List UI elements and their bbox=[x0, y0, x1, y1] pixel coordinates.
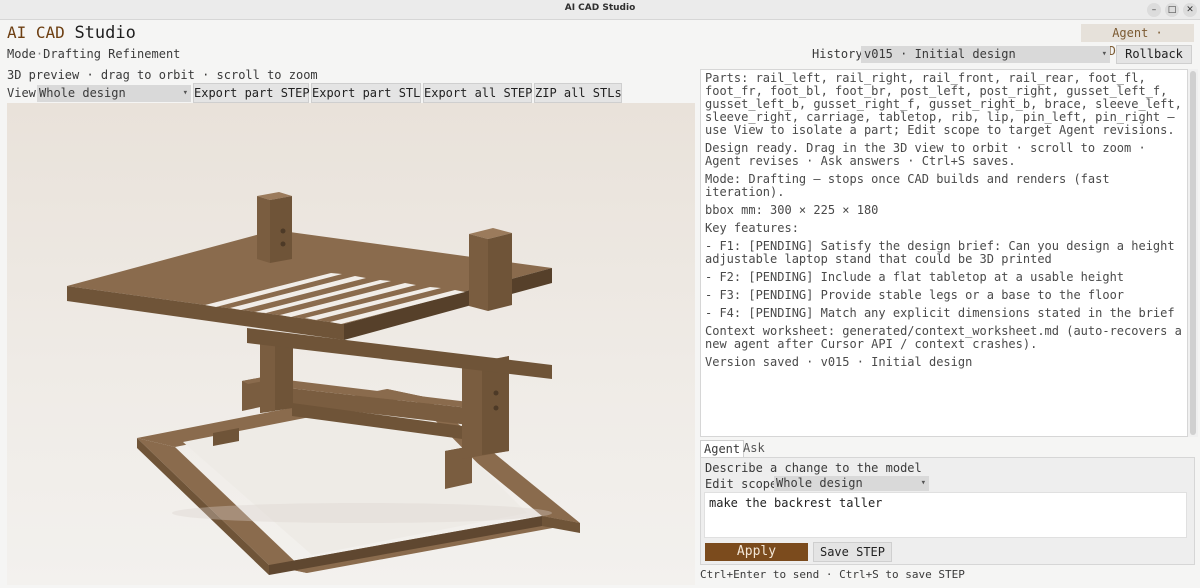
mode-badge: Agent · Drafting bbox=[1081, 24, 1194, 58]
sleeve-right-front bbox=[469, 234, 488, 311]
window-title: AI CAD Studio bbox=[564, 3, 636, 13]
minimize-icon[interactable]: – bbox=[1147, 3, 1161, 17]
app-logo: AI CAD Studio bbox=[7, 23, 136, 43]
info-feature-f3: - F3: [PENDING] Provide stable legs or a… bbox=[705, 288, 1125, 302]
view-select[interactable]: Whole design ▾ bbox=[37, 85, 191, 102]
scrollbar-thumb[interactable] bbox=[1190, 71, 1196, 435]
info-parts: Parts: rail_left, rail_right, rail_front… bbox=[705, 71, 1182, 137]
chevron-down-icon: ▾ bbox=[920, 478, 926, 488]
info-bbox: bbox mm: 300 × 225 × 180 bbox=[705, 203, 879, 217]
edit-scope-selected: Whole design bbox=[776, 476, 863, 490]
chevron-down-icon: ▾ bbox=[1101, 49, 1107, 59]
brand-prefix: AI CAD bbox=[7, 23, 65, 42]
3d-viewport[interactable] bbox=[7, 103, 695, 585]
pin-left-a bbox=[280, 228, 286, 234]
post-left-face bbox=[260, 341, 275, 413]
info-status: Design ready. Drag in the 3D view to orb… bbox=[705, 141, 1153, 168]
save-step-button[interactable]: Save STEP bbox=[813, 542, 892, 562]
pin-left-b bbox=[280, 241, 286, 247]
sleeve-left bbox=[257, 192, 292, 263]
export-part-stl-button[interactable]: Export part STL bbox=[311, 83, 421, 103]
apply-button[interactable]: Apply bbox=[705, 543, 808, 561]
brand-name: Studio bbox=[74, 23, 136, 43]
mode-value[interactable]: Drafting Refinement bbox=[43, 47, 180, 61]
view-selected: Whole design bbox=[39, 86, 126, 100]
model-render bbox=[67, 192, 580, 575]
sleeve-left-front bbox=[257, 196, 270, 263]
tab-agent[interactable]: Agent bbox=[700, 440, 745, 457]
mode-label: Mode bbox=[7, 47, 36, 61]
info-mode: Mode: Drafting — stops once CAD builds a… bbox=[705, 172, 1117, 199]
design-info-log: Parts: rail_left, rail_right, rail_front… bbox=[700, 69, 1188, 437]
tab-ask[interactable]: Ask bbox=[740, 440, 768, 457]
sleeve-right bbox=[469, 228, 512, 311]
export-part-step-button[interactable]: Export part STEP bbox=[193, 83, 310, 103]
preview-hint: 3D preview · drag to orbit · scroll to z… bbox=[7, 68, 318, 82]
info-feature-f4: - F4: [PENDING] Match any explicit dimen… bbox=[705, 306, 1175, 320]
rollback-button[interactable]: Rollback bbox=[1116, 45, 1192, 64]
info-feature-f2: - F2: [PENDING] Include a flat tabletop … bbox=[705, 270, 1125, 284]
info-feature-f1: - F1: [PENDING] Satisfy the design brief… bbox=[705, 239, 1182, 266]
edit-scope-select[interactable]: Whole design ▾ bbox=[774, 476, 929, 491]
keyboard-hint: Ctrl+Enter to send · Ctrl+S to save STEP bbox=[700, 568, 965, 581]
pin-right-b bbox=[493, 405, 499, 411]
info-context-worksheet: Context worksheet: generated/context_wor… bbox=[705, 324, 1182, 351]
window-titlebar: AI CAD Studio – □ ✕ bbox=[0, 0, 1200, 20]
sleeve-right-side bbox=[488, 233, 512, 311]
close-icon[interactable]: ✕ bbox=[1183, 3, 1197, 17]
pin-right-a bbox=[493, 390, 499, 396]
describe-label: Describe a change to the model bbox=[705, 461, 922, 475]
export-all-step-button[interactable]: Export all STEP bbox=[423, 83, 532, 103]
prompt-input[interactable]: make the backrest taller bbox=[704, 492, 1187, 538]
history-label: History bbox=[812, 47, 863, 61]
model-shadow bbox=[172, 503, 552, 523]
history-select[interactable]: v015 · Initial design ▾ bbox=[861, 46, 1110, 63]
chevron-down-icon: ▾ bbox=[182, 88, 188, 98]
info-key-features: Key features: bbox=[705, 221, 799, 235]
view-label: View bbox=[7, 86, 36, 100]
history-selected: v015 · Initial design bbox=[864, 47, 1016, 61]
maximize-icon[interactable]: □ bbox=[1165, 3, 1179, 17]
mode-row: Mode·Drafting Refinement bbox=[7, 47, 181, 61]
info-scrollbar[interactable] bbox=[1188, 69, 1198, 437]
edit-scope-label: Edit scope bbox=[705, 477, 778, 491]
zip-all-stls-button[interactable]: ZIP all STLs bbox=[534, 83, 622, 103]
info-version-saved: Version saved · v015 · Initial design bbox=[705, 355, 973, 369]
